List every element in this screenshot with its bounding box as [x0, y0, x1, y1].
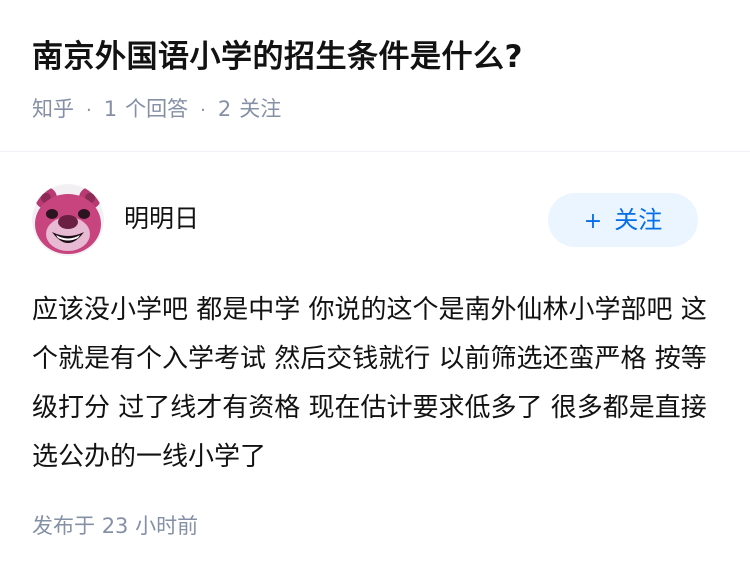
answer-content: 应该没小学吧 都是中学 你说的这个是南外仙林小学部吧 这个就是有个入学考试 然后… [32, 295, 707, 472]
page: 南京外国语小学的招生条件是什么? 知乎 · 1 个回答 · 2 关注 明明日 +… [0, 0, 750, 578]
answer-count-label: 个回答 [125, 97, 189, 121]
published-label: 发布于 [32, 514, 95, 538]
separator-dot: · [200, 100, 206, 121]
question-title[interactable]: 南京外国语小学的招生条件是什么? [32, 34, 722, 80]
separator-dot: · [86, 100, 92, 121]
section-divider [0, 151, 750, 152]
follow-button[interactable]: + 关注 [548, 193, 698, 247]
plus-icon: + [583, 209, 603, 234]
publish-time: 发布于 23 小时前 [32, 511, 198, 541]
follow-button-label: 关注 [614, 206, 663, 234]
answer-author: 明明日 + 关注 [32, 184, 718, 256]
question-meta: 知乎 · 1 个回答 · 2 关注 [32, 94, 722, 126]
source-label[interactable]: 知乎 [32, 97, 74, 121]
lotso-bear-avatar-icon [32, 184, 104, 256]
published-time: 23 小时前 [101, 514, 199, 538]
avatar[interactable] [32, 184, 104, 256]
author-name[interactable]: 明明日 [124, 202, 199, 236]
question-header: 南京外国语小学的招生条件是什么? 知乎 · 1 个回答 · 2 关注 [32, 34, 722, 126]
follower-count-label: 关注 [239, 97, 282, 121]
answer-count: 1 [103, 97, 118, 121]
follower-count: 2 [217, 97, 232, 121]
